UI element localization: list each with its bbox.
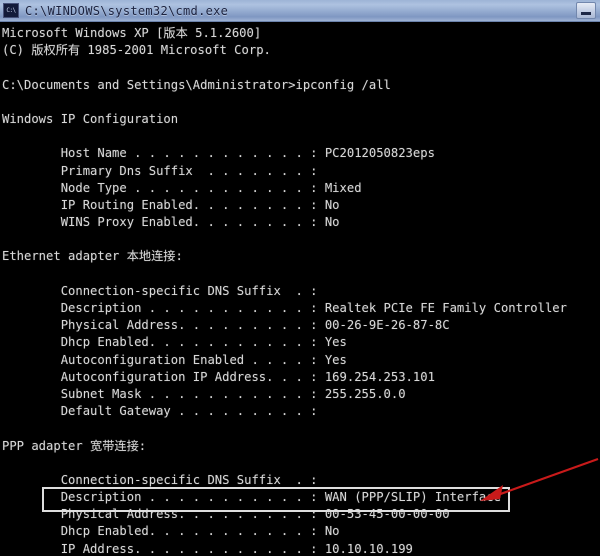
console-line: Autoconfiguration Enabled . . . . : Yes — [2, 352, 347, 367]
window-titlebar[interactable]: C:\ C:\WINDOWS\system32\cmd.exe — [0, 0, 600, 22]
console-line: Default Gateway . . . . . . . . . : — [2, 404, 318, 419]
console-line: Host Name . . . . . . . . . . . . : PC20… — [2, 146, 435, 161]
console-line: Description . . . . . . . . . . . : Real… — [2, 301, 567, 315]
cmd-icon: C:\ — [3, 3, 19, 18]
console-line: Ethernet adapter 本地连接: — [2, 249, 183, 264]
console-line: Connection-specific DNS Suffix . : — [2, 472, 318, 487]
console-line: Primary Dns Suffix . . . . . . . : — [2, 163, 318, 178]
minimize-icon — [581, 12, 591, 15]
console-line: Windows IP Configuration — [2, 111, 179, 126]
console-line: Connection-specific DNS Suffix . : — [2, 283, 318, 298]
console-line: Subnet Mask . . . . . . . . . . . : 255.… — [2, 386, 406, 401]
console-output[interactable]: Microsoft Windows XP [版本 5.1.2600] (C) 版权… — [0, 22, 600, 556]
console-line: WINS Proxy Enabled. . . . . . . . : No — [2, 215, 340, 230]
console-line: Autoconfiguration IP Address. . . : 169.… — [2, 369, 435, 384]
console-line: Node Type . . . . . . . . . . . . : Mixe… — [2, 180, 362, 195]
console-line: Microsoft Windows XP [版本 5.1.2600] — [2, 26, 262, 40]
console-line: IP Address. . . . . . . . . . . . : 10.1… — [2, 541, 413, 556]
console-line: Dhcp Enabled. . . . . . . . . . . : No — [2, 524, 340, 539]
cmd-window: C:\ C:\WINDOWS\system32\cmd.exe Microsof… — [0, 0, 600, 556]
console-line: Physical Address. . . . . . . . . : 00-2… — [2, 318, 450, 333]
console-line: PPP adapter 宽带连接: — [2, 438, 147, 453]
console-line: Description . . . . . . . . . . . : WAN … — [2, 490, 501, 505]
window-controls — [574, 2, 600, 19]
console-line: (C) 版权所有 1985-2001 Microsoft Corp. — [2, 43, 271, 58]
console-line: Dhcp Enabled. . . . . . . . . . . : Yes — [2, 335, 347, 350]
console-line: IP Routing Enabled. . . . . . . . : No — [2, 197, 340, 212]
window-title: C:\WINDOWS\system32\cmd.exe — [25, 3, 229, 18]
console-line: C:\Documents and Settings\Administrator>… — [2, 77, 391, 92]
minimize-button[interactable] — [576, 2, 596, 19]
console-line: Physical Address. . . . . . . . . : 00-5… — [2, 507, 450, 522]
